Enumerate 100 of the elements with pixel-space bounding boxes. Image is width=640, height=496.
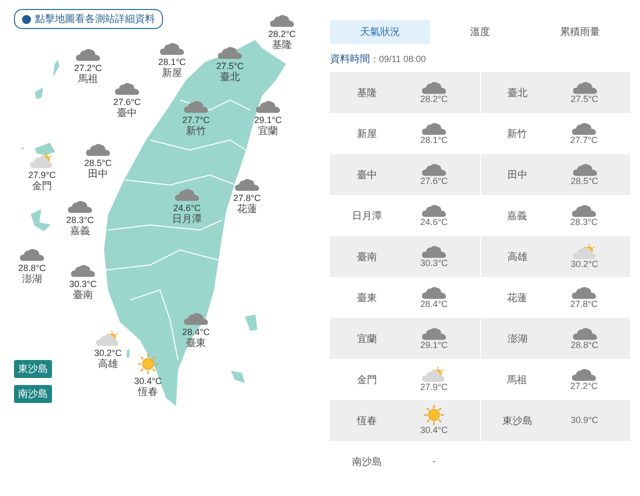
sun-cloud-icon (30, 152, 54, 168)
cloud-icon (572, 80, 596, 94)
cloud-icon (86, 143, 110, 156)
temperature: 27.2°C (570, 380, 598, 392)
sun-icon (138, 354, 158, 374)
cloud-icon (422, 162, 446, 176)
station-name[interactable]: 臺北 (220, 72, 240, 83)
temperature: 24.6°C (420, 216, 448, 228)
temperature: 30.3°C (69, 279, 97, 290)
cloud-icon (218, 46, 242, 59)
station-name[interactable]: 新竹 (186, 126, 206, 137)
temperature: 28.2°C (420, 94, 448, 104)
station-name: 高雄 (506, 250, 528, 264)
station-name[interactable]: 臺東 (186, 338, 206, 349)
temperature: 27.8°C (570, 298, 598, 310)
island-drawing[interactable] (29, 206, 54, 233)
tab[interactable]: 天氣狀況 (330, 20, 430, 44)
island-button[interactable]: 南沙島 (14, 385, 52, 403)
temperature: - (432, 456, 436, 467)
station-name: 臺中 (356, 168, 378, 182)
cloud-icon (76, 48, 100, 61)
station-name: 新屋 (356, 128, 378, 140)
sun-cloud-icon (96, 330, 120, 346)
temperature: 27.8°C (233, 193, 261, 204)
station-name: 臺北 (506, 86, 528, 100)
station-name[interactable]: 高雄 (98, 359, 118, 370)
station-name: 宜蘭 (356, 332, 378, 346)
temperature: 28.2°C (268, 29, 296, 40)
station-name[interactable]: 日月潭 (172, 214, 202, 225)
cloud-icon (115, 82, 139, 95)
cloud-icon (71, 264, 95, 277)
cloud-icon (235, 178, 259, 191)
temperature: 30.4°C (420, 425, 448, 436)
station-name[interactable]: 嘉義 (70, 226, 90, 237)
station-name: 嘉義 (506, 210, 528, 222)
sun-icon (424, 405, 444, 425)
temperature: 28.3°C (570, 216, 598, 228)
cloud-icon (422, 122, 446, 134)
cloud-icon (572, 368, 596, 380)
temperature: 27.2°C (74, 63, 102, 74)
temperature: 28.4°C (420, 298, 448, 310)
station-name: 恆春 (356, 414, 378, 428)
temperature: 27.7°C (570, 134, 598, 146)
temperature: 28.5°C (570, 176, 598, 186)
temperature: 28.1°C (420, 134, 448, 146)
station-name: 南沙島 (351, 456, 383, 468)
island-drawing[interactable] (125, 347, 131, 359)
station-name[interactable]: 恆春 (138, 387, 158, 398)
cloud-icon (572, 122, 596, 134)
station-name: 東沙島 (502, 414, 534, 428)
island-drawing[interactable] (18, 141, 57, 157)
station-name[interactable]: 田中 (88, 169, 108, 180)
station-name[interactable]: 花蓮 (237, 204, 257, 215)
station-name[interactable]: 澎湖 (22, 274, 42, 285)
temperature: 27.9°C (28, 170, 56, 181)
sun-cloud-icon (572, 243, 596, 259)
island-button[interactable]: 東沙島 (14, 360, 52, 378)
station-name[interactable]: 基隆 (272, 40, 292, 51)
sun-cloud-icon (422, 366, 446, 382)
temperature: 29.1°C (420, 340, 448, 350)
temperature: 27.7°C (182, 115, 210, 126)
station-name: 新竹 (506, 128, 528, 140)
update-time: ：09/11 08:00 (370, 54, 426, 64)
cloud-icon (270, 14, 294, 27)
cloud-icon (572, 204, 596, 216)
cloud-icon (184, 312, 208, 325)
cloud-icon (422, 244, 446, 258)
cloud-icon (184, 100, 208, 113)
station-name[interactable]: 金門 (32, 181, 52, 192)
cloud-icon (422, 286, 446, 298)
temperature: 30.2°C (570, 259, 598, 270)
temperature: 27.6°C (420, 176, 448, 186)
temperature: 30.4°C (134, 376, 162, 386)
temperature: 30.2°C (94, 348, 122, 358)
station-name[interactable]: 臺南 (73, 290, 93, 301)
cloud-icon (572, 162, 596, 176)
temperature: 30.9°C (570, 415, 598, 426)
station-name[interactable]: 馬祖 (78, 74, 98, 85)
island-drawing[interactable] (33, 56, 61, 101)
temperature: 29.1°C (254, 115, 282, 126)
station-name[interactable]: 臺中 (117, 108, 137, 119)
temperature: 28.3°C (66, 215, 94, 226)
info-icon (22, 14, 31, 24)
station-name: 金門 (356, 374, 378, 386)
station-name: 田中 (506, 168, 528, 182)
temperature: 27.5°C (216, 61, 244, 72)
station-name: 基隆 (356, 86, 378, 100)
station-name: 馬祖 (506, 374, 528, 386)
station-name[interactable]: 宜蘭 (258, 126, 278, 137)
station-name: 臺南 (356, 250, 378, 264)
cloud-icon (175, 188, 199, 201)
island-drawing[interactable] (229, 313, 259, 385)
cloud-icon (572, 286, 596, 298)
temperature: 27.9°C (420, 382, 448, 393)
cloud-icon (68, 200, 92, 213)
station-name: 臺東 (356, 292, 378, 304)
temperature: 30.3°C (420, 258, 448, 268)
station-name: 花蓮 (506, 292, 528, 304)
cloud-icon (422, 326, 446, 340)
station-name[interactable]: 新屋 (162, 68, 182, 79)
